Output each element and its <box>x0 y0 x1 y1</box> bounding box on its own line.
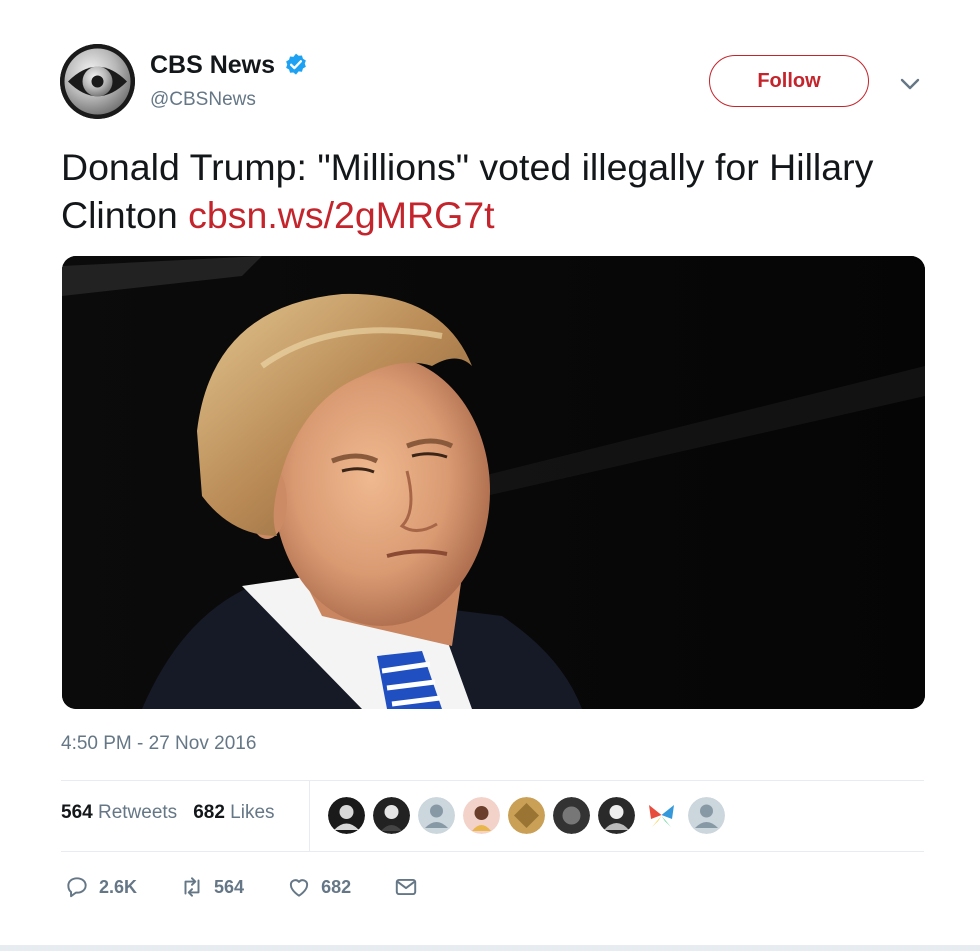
likes-label: Likes <box>230 802 275 823</box>
tweet-text: Donald Trump: "Millions" voted illegally… <box>61 143 931 239</box>
author-name-row: CBS News <box>150 50 309 80</box>
retweet-icon <box>184 877 200 897</box>
liker-avatar[interactable] <box>508 797 545 834</box>
liker-avatar[interactable] <box>418 797 455 834</box>
author-display-name[interactable]: CBS News <box>150 51 275 80</box>
tweet-actions: 2.6K 564 682 <box>64 874 461 900</box>
like-count: 682 <box>321 876 352 897</box>
retweet-action[interactable]: 564 <box>179 874 244 900</box>
reply-count: 2.6K <box>99 876 138 897</box>
reply-action[interactable]: 2.6K <box>64 874 137 900</box>
likes-stat[interactable]: 682 Likes <box>193 802 274 824</box>
envelope-icon <box>395 878 417 896</box>
retweets-count: 564 <box>61 802 93 823</box>
follow-button[interactable]: Follow <box>709 55 869 107</box>
retweet-count: 564 <box>214 876 245 897</box>
liker-avatar[interactable] <box>598 797 635 834</box>
liker-avatar[interactable] <box>373 797 410 834</box>
liker-avatar[interactable] <box>688 797 725 834</box>
liker-avatar[interactable] <box>328 797 365 834</box>
likes-count: 682 <box>193 802 225 823</box>
tweet-stats: 564 Retweets 682 Likes <box>61 802 275 824</box>
like-action[interactable]: 682 <box>286 874 351 900</box>
tweet-timestamp[interactable]: 4:50 PM - 27 Nov 2016 <box>61 733 256 755</box>
chevron-down-icon[interactable] <box>898 72 922 96</box>
bottom-border <box>0 945 980 951</box>
verified-badge-icon <box>283 52 309 78</box>
tweet-photo[interactable] <box>62 256 925 709</box>
tweet-card: CBS News @CBSNews Follow Donald Trump: "… <box>0 0 980 951</box>
liker-avatar[interactable] <box>643 797 680 834</box>
liker-avatar[interactable] <box>553 797 590 834</box>
cbs-eye-logo <box>60 44 135 119</box>
stats-divider <box>309 781 310 851</box>
direct-message-action[interactable] <box>393 874 419 900</box>
divider-bottom <box>61 851 924 852</box>
heart-icon <box>289 879 309 897</box>
retweets-label: Retweets <box>97 802 178 823</box>
tweet-link[interactable]: cbsn.ws/2gMRG7t <box>188 194 494 236</box>
author-handle[interactable]: @CBSNews <box>150 89 256 111</box>
reply-icon <box>67 877 87 898</box>
author-avatar[interactable] <box>60 44 135 119</box>
portrait-photo <box>62 256 925 709</box>
retweets-stat[interactable]: 564 Retweets <box>61 802 177 824</box>
liker-avatars <box>328 797 725 834</box>
liker-avatar[interactable] <box>463 797 500 834</box>
divider-top <box>61 780 924 781</box>
